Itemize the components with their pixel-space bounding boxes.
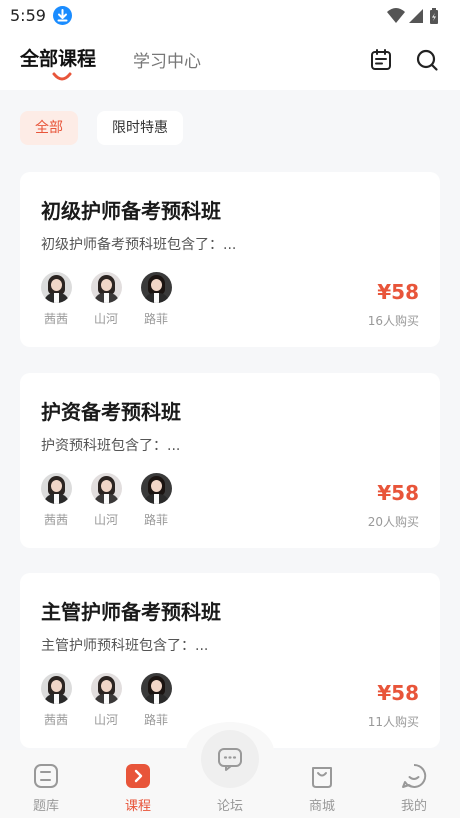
teacher: 山河 xyxy=(86,473,126,528)
teacher-name: 路菲 xyxy=(143,312,168,326)
nav-label: 我的 xyxy=(400,799,427,814)
course-title: 初级护师备考预科班 xyxy=(41,199,221,223)
filter-chip-all[interactable]: 全部 xyxy=(20,111,78,145)
question-bank-icon xyxy=(34,764,58,788)
forum-chat-icon xyxy=(218,748,242,771)
status-bar: 5:59 xyxy=(0,0,460,32)
teacher-avatar xyxy=(40,272,72,303)
course-desc: 初级护师备考预科班包含了：... xyxy=(41,237,237,253)
status-time: 5:59 xyxy=(10,6,46,25)
course-price: ¥58 xyxy=(377,681,419,705)
teacher-avatar xyxy=(90,473,122,504)
teacher-avatar xyxy=(140,272,172,303)
teacher-avatar xyxy=(40,473,72,504)
teacher-name: 山河 xyxy=(93,312,118,326)
forum-button[interactable] xyxy=(201,730,259,788)
tab-study-center[interactable]: 学习中心 xyxy=(133,47,201,72)
teacher: 路菲 xyxy=(136,272,176,327)
active-tab-indicator xyxy=(52,72,72,81)
nav-label: 商城 xyxy=(308,799,335,814)
nav-item-question-bank[interactable]: 题库 xyxy=(14,750,78,818)
course-card[interactable]: 初级护师备考预科班 初级护师备考预科班包含了：... 茜茜 山河 路菲 ¥58 … xyxy=(20,172,440,347)
teacher-name: 路菲 xyxy=(143,513,168,527)
nav-item-mall[interactable]: 商城 xyxy=(290,750,354,818)
teacher: 茜茜 xyxy=(36,272,76,327)
buyer-count: 11人购买 xyxy=(367,715,419,729)
teacher: 山河 xyxy=(86,673,126,728)
course-title: 护资备考预科班 xyxy=(41,400,181,424)
teacher: 路菲 xyxy=(136,673,176,728)
teacher-name: 路菲 xyxy=(143,713,168,727)
course-desc: 护资预科班包含了：... xyxy=(41,438,181,454)
teacher-avatar xyxy=(140,673,172,704)
teacher-avatar xyxy=(140,473,172,504)
teacher-name: 茜茜 xyxy=(43,513,68,527)
profile-smile-icon xyxy=(402,763,427,788)
course-price: ¥58 xyxy=(377,280,419,304)
course-play-icon xyxy=(126,764,150,788)
teacher: 路菲 xyxy=(136,473,176,528)
tab-all-courses[interactable]: 全部课程 xyxy=(20,44,96,71)
teacher-name: 茜茜 xyxy=(43,312,68,326)
wifi-icon xyxy=(387,8,405,23)
teacher: 茜茜 xyxy=(36,473,76,528)
course-title: 主管护师备考预科班 xyxy=(41,600,221,624)
mall-bag-icon xyxy=(312,767,332,788)
teacher: 茜茜 xyxy=(36,673,76,728)
signal-icon xyxy=(409,9,423,23)
download-icon xyxy=(53,6,72,25)
teacher-avatar xyxy=(90,673,122,704)
teacher-avatar xyxy=(90,272,122,303)
teacher-name: 茜茜 xyxy=(43,713,68,727)
filter-bar: 全部 限时特惠 xyxy=(0,90,460,166)
nav-label: 课程 xyxy=(124,799,151,814)
battery-icon xyxy=(430,8,438,24)
teacher-avatar xyxy=(40,673,72,704)
course-desc: 主管护师预科班包含了：... xyxy=(41,638,209,654)
filter-chip-limited-offer[interactable]: 限时特惠 xyxy=(97,111,183,145)
nav-item-course[interactable]: 课程 xyxy=(106,750,170,818)
teacher: 山河 xyxy=(86,272,126,327)
search-icon[interactable] xyxy=(415,48,439,72)
status-icons xyxy=(386,6,448,26)
nav-item-profile[interactable]: 我的 xyxy=(382,750,446,818)
teacher-name: 山河 xyxy=(93,713,118,727)
calendar-icon[interactable] xyxy=(369,48,393,72)
teacher-name: 山河 xyxy=(93,513,118,527)
buyer-count: 16人购买 xyxy=(367,314,419,328)
course-price: ¥58 xyxy=(377,481,419,505)
nav-label: 论坛 xyxy=(216,799,243,814)
header: 全部课程 学习中心 xyxy=(0,32,460,90)
course-card[interactable]: 护资备考预科班 护资预科班包含了：... 茜茜 山河 路菲 ¥58 20人购买 xyxy=(20,373,440,548)
nav-label: 题库 xyxy=(32,799,59,814)
buyer-count: 20人购买 xyxy=(367,515,419,529)
